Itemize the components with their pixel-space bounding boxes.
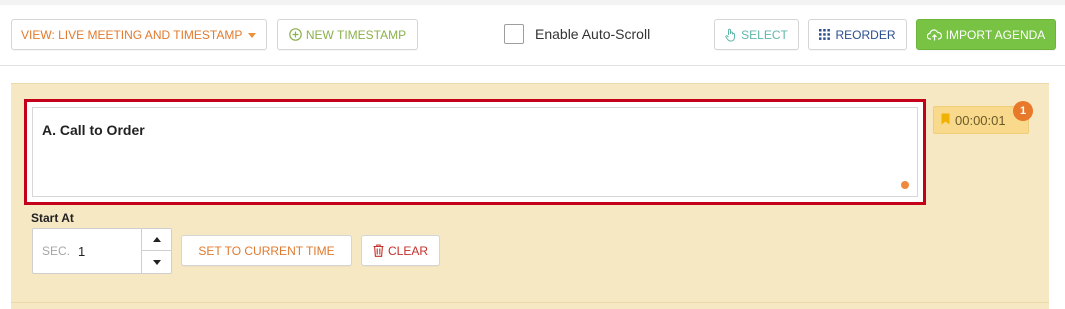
decrement-button[interactable]	[142, 251, 171, 273]
set-to-current-time-label: SET TO CURRENT TIME	[198, 243, 335, 258]
seconds-input[interactable]	[78, 244, 138, 259]
increment-button[interactable]	[142, 229, 171, 251]
plus-circle-icon	[289, 28, 302, 41]
bookmark-icon	[941, 113, 950, 128]
grid-dots-icon	[819, 29, 831, 40]
import-agenda-button[interactable]: IMPORT AGENDA	[916, 19, 1056, 50]
toolbar: VIEW: LIVE MEETING AND TIMESTAMP NEW TIM…	[0, 5, 1065, 66]
agenda-item-editor[interactable]: A. Call to Order	[24, 99, 926, 205]
view-mode-dropdown[interactable]: VIEW: LIVE MEETING AND TIMESTAMP	[11, 19, 267, 50]
hand-pointer-icon	[725, 28, 736, 42]
auto-scroll-checkbox[interactable]	[504, 24, 524, 44]
reorder-label: REORDER	[835, 27, 896, 42]
select-button[interactable]: SELECT	[714, 19, 799, 50]
status-dot-icon	[901, 181, 909, 189]
panel-divider	[11, 302, 1049, 303]
seconds-prefix: SEC.	[42, 244, 71, 258]
seconds-stepper	[141, 228, 172, 274]
agenda-item-panel: A. Call to Order 00:00:01 1 Start At SEC…	[11, 83, 1049, 309]
reorder-button[interactable]: REORDER	[808, 19, 907, 50]
view-mode-label: VIEW: LIVE MEETING AND TIMESTAMP	[21, 27, 243, 42]
trash-icon	[373, 244, 384, 257]
set-to-current-time-button[interactable]: SET TO CURRENT TIME	[181, 235, 352, 266]
new-timestamp-label: NEW TIMESTAMP	[305, 27, 407, 42]
arrow-up-icon	[152, 237, 161, 242]
agenda-item-text-area[interactable]: A. Call to Order	[32, 107, 918, 197]
auto-scroll-toggle[interactable]: Enable Auto-Scroll	[504, 24, 650, 44]
new-timestamp-button[interactable]: NEW TIMESTAMP	[277, 19, 418, 50]
clear-label: CLEAR	[387, 243, 428, 258]
caret-down-icon	[248, 33, 256, 38]
cloud-upload-icon	[926, 28, 942, 41]
auto-scroll-label: Enable Auto-Scroll	[535, 26, 651, 42]
timestamp-count-badge: 1	[1013, 101, 1033, 121]
start-at-label: Start At	[31, 211, 74, 225]
arrow-down-icon	[152, 259, 161, 265]
clear-button[interactable]: CLEAR	[361, 235, 440, 266]
agenda-item-title: A. Call to Order	[42, 122, 145, 138]
select-label: SELECT	[741, 27, 788, 42]
timestamp-value: 00:00:01	[955, 112, 1006, 128]
import-agenda-label: IMPORT AGENDA	[945, 27, 1046, 42]
start-at-seconds-field: SEC.	[32, 228, 172, 274]
